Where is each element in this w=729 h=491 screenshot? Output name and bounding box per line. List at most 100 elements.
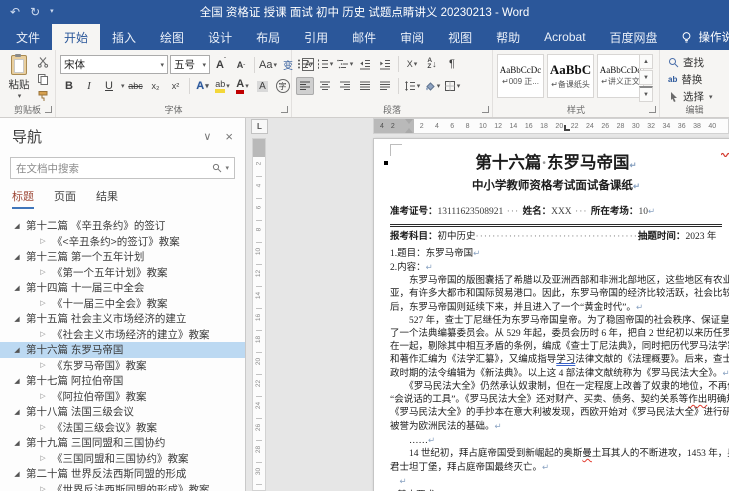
style-card[interactable]: AaBbC ↵备课纸头 (547, 54, 594, 98)
superscript-button[interactable]: x² (167, 77, 185, 95)
expand-collapse-icon[interactable]: ◢ (12, 253, 22, 261)
nav-tree-item[interactable]: ▷ 《十一届三中全会》教案 (0, 296, 245, 312)
nav-tree-item[interactable]: ◢ 第十六篇 东罗马帝国 (0, 342, 245, 358)
expand-collapse-icon[interactable]: ◢ (12, 346, 22, 354)
qat-dropdown-icon[interactable]: ▾ (50, 0, 54, 24)
nav-tree-item[interactable]: ◢ 第十五篇 社会主义市场经济的建立 (0, 311, 245, 327)
doc-line[interactable]: 《罗马民法大全》的手抄本在意大利被发现，西欧开始对《罗马民法大全》进行研究。《 (390, 407, 722, 420)
format-painter-button[interactable] (34, 88, 52, 104)
expand-collapse-icon[interactable]: ▷ (38, 423, 48, 431)
decrease-indent-button[interactable] (356, 55, 374, 73)
gallery-more-icon[interactable]: ▼ (639, 86, 653, 102)
nav-tree-item[interactable]: ◢ 第十八篇 法国三级会议 (0, 404, 245, 420)
highlight-button[interactable]: ab▾ (214, 77, 232, 95)
doc-line[interactable]: 了一个法典编纂委员会。从 529 年起，委员会历时 6 年，把自 2 世纪初以来… (390, 328, 722, 341)
align-center-button[interactable] (316, 77, 334, 95)
justify-button[interactable] (356, 77, 374, 95)
font-size-combo[interactable]: 五号▾ (170, 55, 210, 74)
paste-button[interactable]: 粘贴 ▾ (5, 55, 33, 107)
ribbon-tab[interactable]: 开始 (52, 24, 100, 50)
doc-line[interactable]: 和著作汇编为《法学汇纂》，又编成指导学习法律文献的《法理概要》。后来，查士丁尼 (390, 354, 722, 367)
align-left-button[interactable] (296, 77, 314, 95)
expand-collapse-icon[interactable]: ◢ (12, 470, 22, 478)
ribbon-tab[interactable]: 布局 (244, 24, 292, 50)
sort-button[interactable]: AZ ↓ (423, 55, 441, 73)
document-page[interactable]: 第十六篇·东罗马帝国↵中小学教师资格考试面试备课纸↵ 准考证号：131116235… (373, 138, 729, 491)
expand-collapse-icon[interactable]: ▷ (38, 485, 48, 491)
tell-me-search[interactable]: 操作说明搜索 (680, 24, 729, 50)
nav-tree-item[interactable]: ▷ 《三国同盟和三国协约》教案 (0, 451, 245, 467)
style-card[interactable]: AaBbCcDc ↵009 正... (497, 54, 544, 98)
doc-line[interactable]: 1.题目：东罗马帝国↵ (390, 247, 722, 261)
select-button[interactable]: 选择 ▾ (668, 89, 713, 104)
doc-line[interactable]: 君士坦丁堡，拜占庭帝国最终灭亡。↵ (390, 461, 722, 475)
gallery-up-icon[interactable]: ▲ (639, 54, 653, 69)
nav-tree-item[interactable]: ▷ 《阿拉伯帝国》教案 (0, 389, 245, 405)
expand-collapse-icon[interactable]: ▷ (38, 237, 48, 245)
doc-line[interactable]: 被誉为欧洲民法的基础。↵ (390, 420, 722, 434)
expand-collapse-icon[interactable]: ◢ (12, 377, 22, 385)
doc-line[interactable]: “会说话的工具”。《罗马民法大全》还对财产、买卖、债务、契约关系等作出明确规定 (390, 394, 722, 407)
nav-tree-item[interactable]: ▷ 《第一个五年计划》教案 (0, 265, 245, 281)
doc-line[interactable]: 亚，有许多大都市和国际贸易港口。因此，东罗马帝国的经济比较活跃，社会比较稳定。 (390, 288, 722, 301)
ribbon-tab[interactable]: 帮助 (484, 24, 532, 50)
align-right-button[interactable] (336, 77, 354, 95)
show-marks-button[interactable]: ¶ (443, 55, 461, 73)
expand-collapse-icon[interactable]: ◢ (12, 284, 22, 292)
hanging-indent-marker[interactable] (405, 128, 413, 133)
doc-line[interactable]: 第十六篇·东罗马帝国↵ (390, 151, 722, 177)
bullets-button[interactable]: ▾ (296, 55, 314, 73)
distribute-button[interactable] (376, 77, 394, 95)
text-effects-button[interactable]: A▾ (194, 77, 212, 95)
borders-button[interactable]: ▾ (443, 77, 461, 95)
ribbon-tab[interactable]: 邮件 (340, 24, 388, 50)
gallery-down-icon[interactable]: ▼ (639, 70, 653, 85)
expand-collapse-icon[interactable]: ▷ (38, 392, 48, 400)
change-case-button[interactable]: Aa▾ (259, 56, 277, 74)
ribbon-tab[interactable]: 审阅 (388, 24, 436, 50)
doc-line[interactable]: 《罗马民法大全》仍然承认奴隶制，但在一定程度上改善了奴隶的地位，不再像以前 (390, 381, 722, 394)
italic-button[interactable]: I (80, 77, 98, 95)
nav-collapse-icon[interactable]: ∨ (203, 130, 211, 143)
doc-line[interactable]: 527 年，查士丁尼继任为东罗马帝国皇帝。为了稳固帝国的社会秩序、保证皇帝的专 (390, 315, 722, 328)
paste-dropdown-icon[interactable]: ▾ (18, 92, 22, 100)
horizontal-ruler[interactable]: 42 246810121416182022242628303234363840 (373, 118, 729, 134)
tab-stop-marker[interactable] (564, 125, 570, 131)
shrink-font-button[interactable]: Aˇ (232, 56, 250, 74)
font-color-button[interactable]: A▾ (234, 77, 252, 95)
redo-icon[interactable]: ↻ (30, 0, 40, 24)
expand-collapse-icon[interactable]: ▷ (38, 268, 48, 276)
select-dropdown-icon[interactable]: ▾ (709, 93, 713, 101)
search-icon[interactable] (212, 163, 222, 173)
grow-font-button[interactable]: Aˆ (212, 56, 230, 74)
expand-collapse-icon[interactable]: ◢ (12, 315, 22, 323)
enclose-characters-button[interactable]: 字 (274, 77, 292, 95)
nav-tab[interactable]: 结果 (96, 188, 118, 209)
doc-line[interactable]: 中小学教师资格考试面试备课纸↵ (390, 177, 722, 195)
undo-icon[interactable]: ↶ (10, 0, 20, 24)
doc-line[interactable]: 14 世纪初，拜占庭帝国受到新崛起的奥斯曼土耳其人的不断进攻，1453 年，奥斯… (390, 448, 722, 461)
tab-selector[interactable]: L (251, 119, 268, 134)
nav-search-input[interactable]: 在文档中搜索 ▾ (10, 157, 235, 179)
underline-button[interactable]: U (100, 77, 118, 95)
search-dropdown-icon[interactable]: ▾ (225, 164, 229, 172)
doc-line[interactable]: ……↵ (390, 434, 722, 448)
doc-line[interactable]: ↵ (390, 475, 722, 489)
doc-line[interactable]: 准考证号：13111623508921 ··· 姓名：XXX ··· 所在考场：… (390, 203, 722, 220)
nav-tree-item[interactable]: ▷ 《<辛丑条约>的签订》教案 (0, 234, 245, 250)
bold-button[interactable]: B (60, 77, 78, 95)
numbering-button[interactable]: ▾ (316, 55, 334, 73)
asian-layout-button[interactable]: X▾ (403, 55, 421, 73)
ribbon-tab[interactable]: 百度网盘 (598, 24, 670, 50)
paragraph-dialog-launcher-icon[interactable] (482, 106, 489, 113)
cut-button[interactable] (34, 54, 52, 70)
expand-collapse-icon[interactable]: ▷ (38, 361, 48, 369)
line-spacing-button[interactable]: ▾ (403, 77, 421, 95)
increase-indent-button[interactable] (376, 55, 394, 73)
font-dialog-launcher-icon[interactable] (281, 106, 288, 113)
doc-line[interactable]: 政时期的法令编辑为《新法典》。以上这 4 部法律文献统称为《罗马民法大全》。↵ (390, 367, 722, 381)
nav-tree-item[interactable]: ▷ 《世界反法西斯同盟的形成》教案 (0, 482, 245, 491)
expand-collapse-icon[interactable]: ▷ (38, 330, 48, 338)
styles-dialog-launcher-icon[interactable] (649, 106, 656, 113)
ribbon-tab[interactable]: 视图 (436, 24, 484, 50)
